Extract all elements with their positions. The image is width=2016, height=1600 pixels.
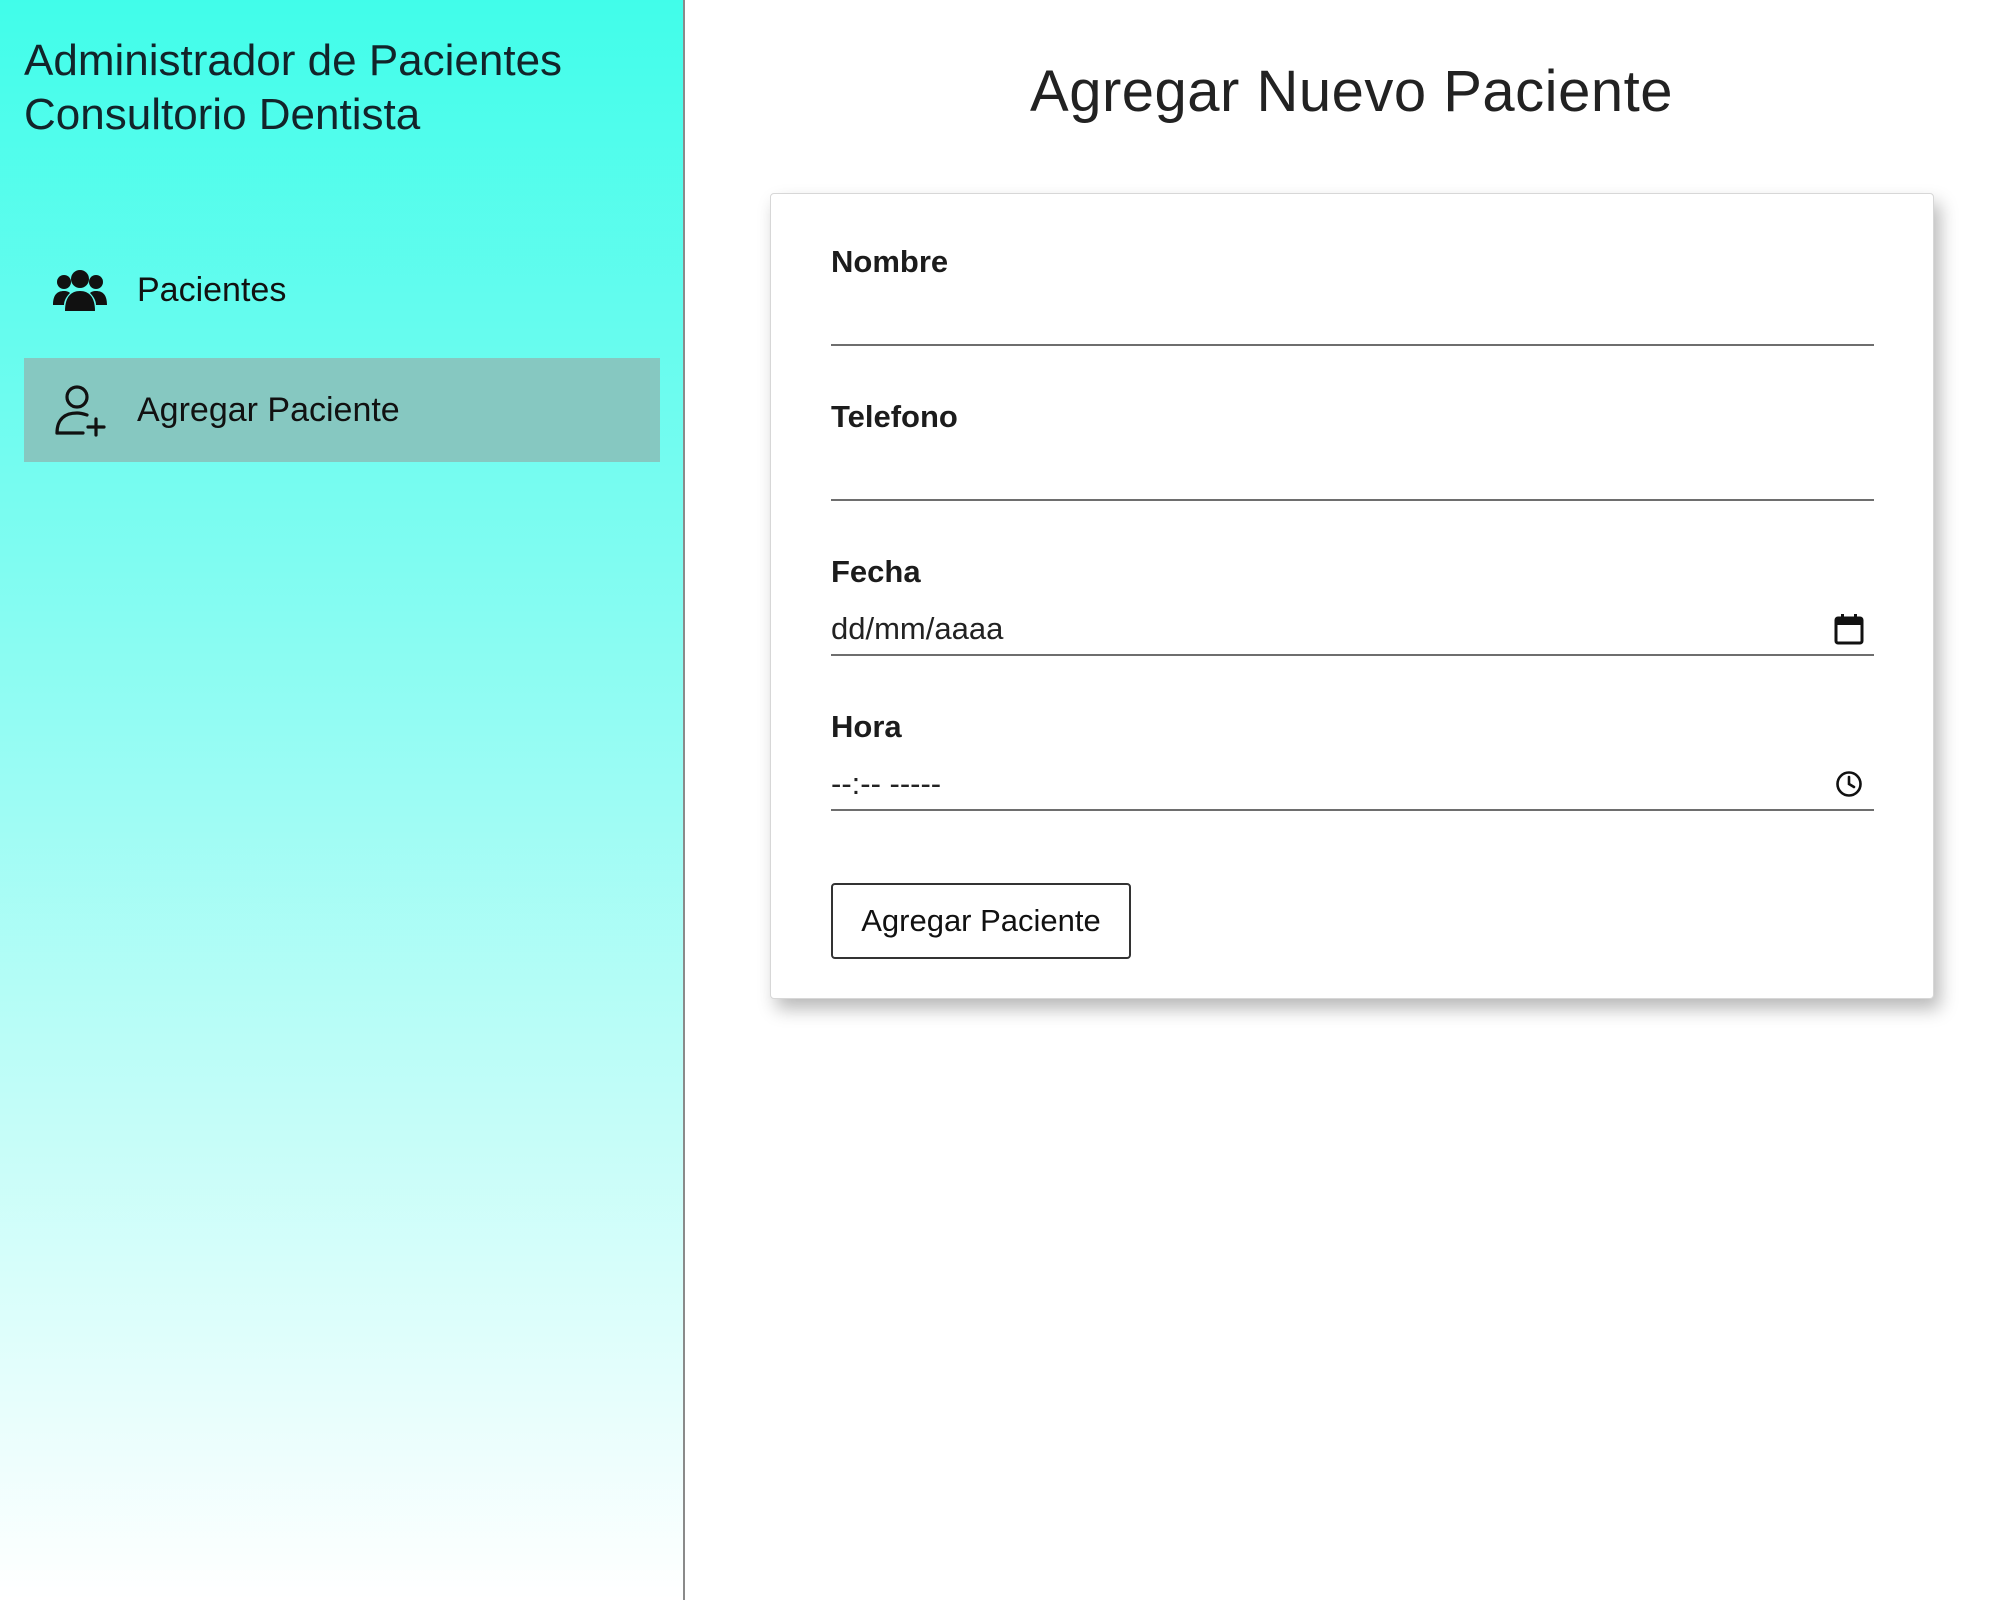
add-patient-button[interactable]: Agregar Paciente xyxy=(831,883,1131,959)
telefono-field-group: Telefono xyxy=(831,397,1874,501)
app-title-line2: Consultorio Dentista xyxy=(24,90,421,139)
hora-input[interactable] xyxy=(831,761,1874,807)
sidebar-item-label: Agregar Paciente xyxy=(137,390,400,429)
telefono-input[interactable] xyxy=(831,451,1874,497)
sidebar: Administrador de Pacientes Consultorio D… xyxy=(0,0,685,1600)
hora-input-wrapper xyxy=(831,759,1874,811)
calendar-icon[interactable] xyxy=(1832,612,1866,646)
add-patient-form: Nombre Telefono Fecha dd/mm/aaaa Hora --… xyxy=(770,193,1934,999)
telefono-input-wrapper xyxy=(831,449,1874,501)
nombre-field-group: Nombre xyxy=(831,242,1874,346)
page-title: Agregar Nuevo Paciente xyxy=(1030,59,1673,124)
app-title-line1: Administrador de Pacientes xyxy=(24,36,563,85)
main-content: Agregar Nuevo Paciente Nombre Telefono F… xyxy=(687,0,2016,1600)
app-title: Administrador de Pacientes Consultorio D… xyxy=(24,34,664,142)
app-root: Administrador de Pacientes Consultorio D… xyxy=(0,0,2016,1600)
fecha-input[interactable] xyxy=(831,606,1874,652)
hora-label: Hora xyxy=(831,709,902,744)
users-icon xyxy=(52,262,108,318)
fecha-label: Fecha xyxy=(831,554,921,589)
fecha-input-wrapper xyxy=(831,604,1874,656)
sidebar-item-agregar-paciente[interactable]: Agregar Paciente xyxy=(24,358,660,462)
telefono-label: Telefono xyxy=(831,399,958,434)
user-plus-icon xyxy=(52,382,108,438)
sidebar-item-label: Pacientes xyxy=(137,270,287,309)
sidebar-item-pacientes[interactable]: Pacientes xyxy=(24,238,660,342)
fecha-field-group: Fecha xyxy=(831,552,1874,656)
nombre-label: Nombre xyxy=(831,244,949,279)
hora-field-group: Hora xyxy=(831,707,1874,811)
sidebar-nav: Pacientes Agregar Paciente xyxy=(24,238,660,462)
nombre-input[interactable] xyxy=(831,296,1874,342)
nombre-input-wrapper xyxy=(831,294,1874,346)
clock-icon[interactable] xyxy=(1832,767,1866,801)
